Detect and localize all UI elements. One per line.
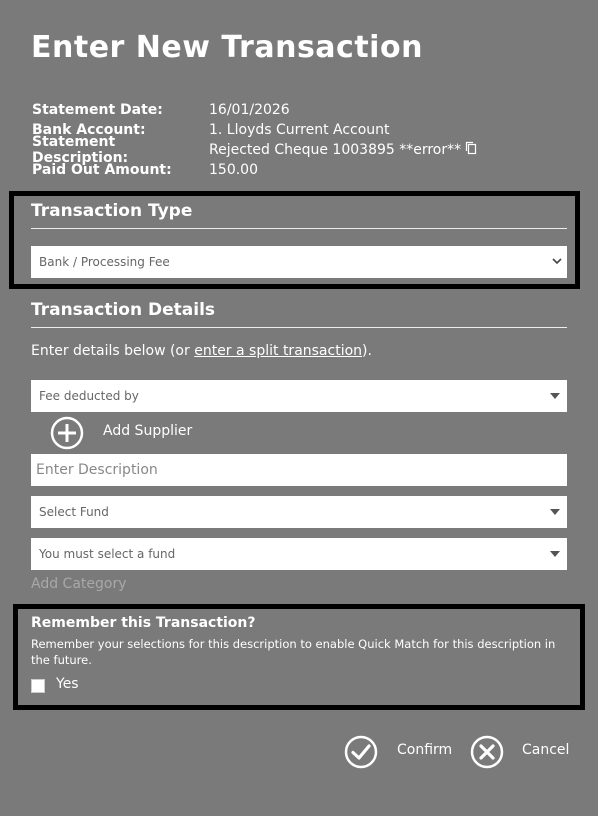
fund-select-value: Select Fund [39,505,109,519]
remember-title: Remember this Transaction? [31,615,256,631]
transaction-type-select[interactable]: Bank / Processing Fee [31,246,567,278]
details-intro-prefix: Enter details below (or [31,343,195,359]
statement-date-label: Statement Date: [32,102,163,118]
transaction-type-divider [31,228,567,229]
copy-icon[interactable] [465,141,477,159]
transaction-details-divider [31,327,567,328]
paid-out-label: Paid Out Amount: [32,162,172,178]
statement-date-row: Statement Date: 16/01/2026 [32,100,477,120]
caret-down-icon [550,509,560,515]
transaction-details-heading: Transaction Details [31,300,216,320]
split-transaction-link[interactable]: enter a split transaction [194,343,362,359]
close-circle-icon[interactable] [470,735,504,769]
statement-description-row: Statement Description: Rejected Cheque 1… [32,134,477,166]
details-intro-suffix: ). [362,343,372,359]
caret-down-icon [550,393,560,399]
statement-date-value: 16/01/2026 [209,102,290,118]
remember-yes-label[interactable]: Yes [56,676,79,692]
confirm-button[interactable]: Confirm [397,742,452,758]
description-placeholder: Enter Description [36,462,158,478]
fund-select[interactable]: Select Fund [31,496,567,528]
chevron-down-icon [552,258,562,265]
paid-out-row: Paid Out Amount: 150.00 [32,160,477,180]
add-supplier-button[interactable]: Add Supplier [103,423,192,439]
cancel-button[interactable]: Cancel [522,742,569,758]
check-circle-icon[interactable] [344,735,378,769]
statement-info: Statement Date: 16/01/2026 Bank Account:… [32,100,477,180]
category-select-value: You must select a fund [39,547,176,561]
caret-down-icon [550,551,560,557]
remember-text: Remember your selections for this descri… [31,637,556,667]
page-title: Enter New Transaction [31,30,423,65]
statement-description-value: Rejected Cheque 1003895 **error** [209,142,462,158]
remember-checkbox[interactable] [31,679,45,693]
add-category-link[interactable]: Add Category [31,576,127,592]
category-select[interactable]: You must select a fund [31,538,567,570]
paid-out-value: 150.00 [209,162,258,178]
fee-deducted-by-value: Fee deducted by [39,389,139,403]
description-input[interactable]: Enter Description [31,454,567,486]
bank-account-value: 1. Lloyds Current Account [209,122,390,138]
fee-deducted-by-select[interactable]: Fee deducted by [31,380,567,412]
add-circle-icon[interactable] [50,416,84,450]
transaction-type-heading: Transaction Type [31,201,193,221]
transaction-type-value: Bank / Processing Fee [39,255,170,269]
details-intro: Enter details below (or enter a split tr… [31,343,372,359]
